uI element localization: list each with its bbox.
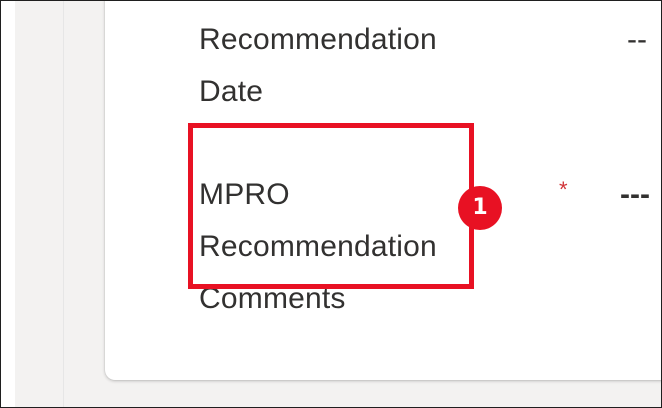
- mpro-comments-value[interactable]: ---: [620, 169, 650, 221]
- recommendation-date-label-line2: Date: [199, 75, 264, 108]
- annotation-highlight-box: [188, 123, 474, 289]
- recommendation-date-label-line1: Recommendation: [199, 23, 437, 56]
- screenshot-frame: Recommendation Date -- MPRO Recommendati…: [0, 0, 662, 408]
- required-asterisk-icon: *: [559, 177, 568, 202]
- recommendation-date-value[interactable]: --: [627, 14, 647, 66]
- left-panel: [1, 1, 15, 407]
- panel-divider: [63, 1, 64, 407]
- annotation-badge: 1: [458, 186, 502, 230]
